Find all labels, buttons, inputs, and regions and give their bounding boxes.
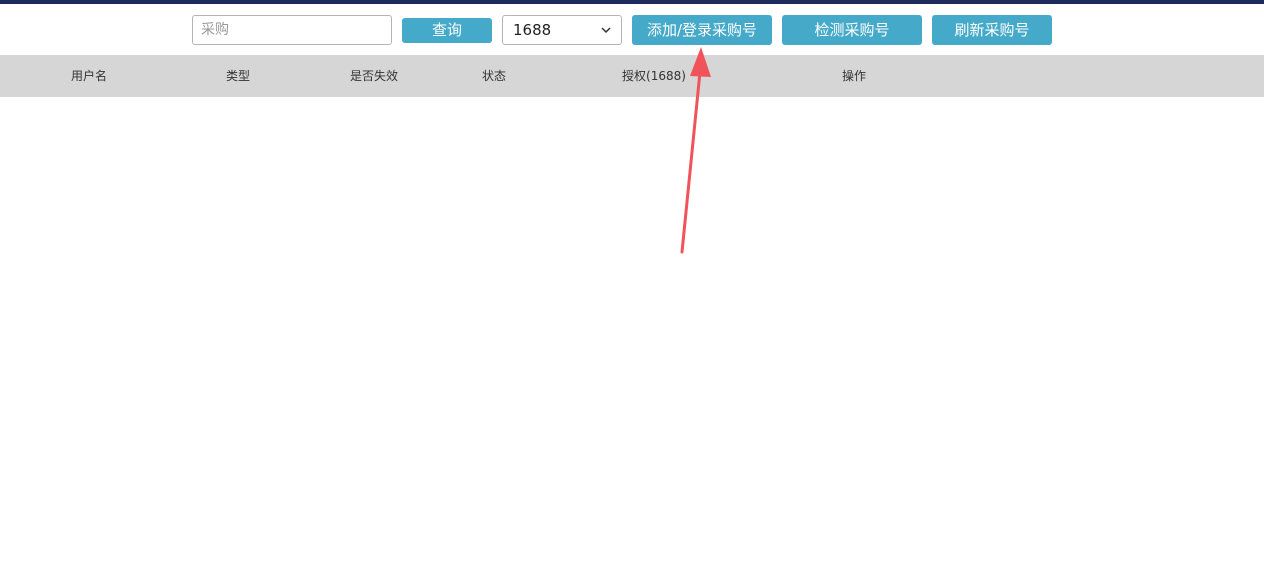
refresh-purchase-account-button[interactable]: 刷新采购号 <box>932 15 1052 45</box>
column-header-status: 状态 <box>481 69 507 83</box>
query-button[interactable]: 查询 <box>402 18 492 43</box>
add-login-purchase-account-button[interactable]: 添加/登录采购号 <box>632 15 772 45</box>
search-input[interactable] <box>192 15 392 45</box>
purchase-account-page: 查询 1688 添加/登录采购号 检测采购号 刷新采购号 用户名 类型 是否失效… <box>0 0 1264 563</box>
column-header-type: 类型 <box>225 69 251 83</box>
column-header-actions: 操作 <box>841 69 867 83</box>
platform-select[interactable]: 1688 <box>502 15 622 45</box>
column-header-is-expired: 是否失效 <box>349 69 399 83</box>
platform-select-value: 1688 <box>513 21 552 39</box>
top-accent-bar <box>0 0 1264 4</box>
table-header: 用户名 类型 是否失效 状态 授权(1688) 操作 <box>0 55 1264 97</box>
check-purchase-account-button[interactable]: 检测采购号 <box>782 15 922 45</box>
chevron-down-icon <box>601 27 611 34</box>
column-header-authorization: 授权(1688) <box>622 69 686 83</box>
column-header-username: 用户名 <box>70 69 108 83</box>
